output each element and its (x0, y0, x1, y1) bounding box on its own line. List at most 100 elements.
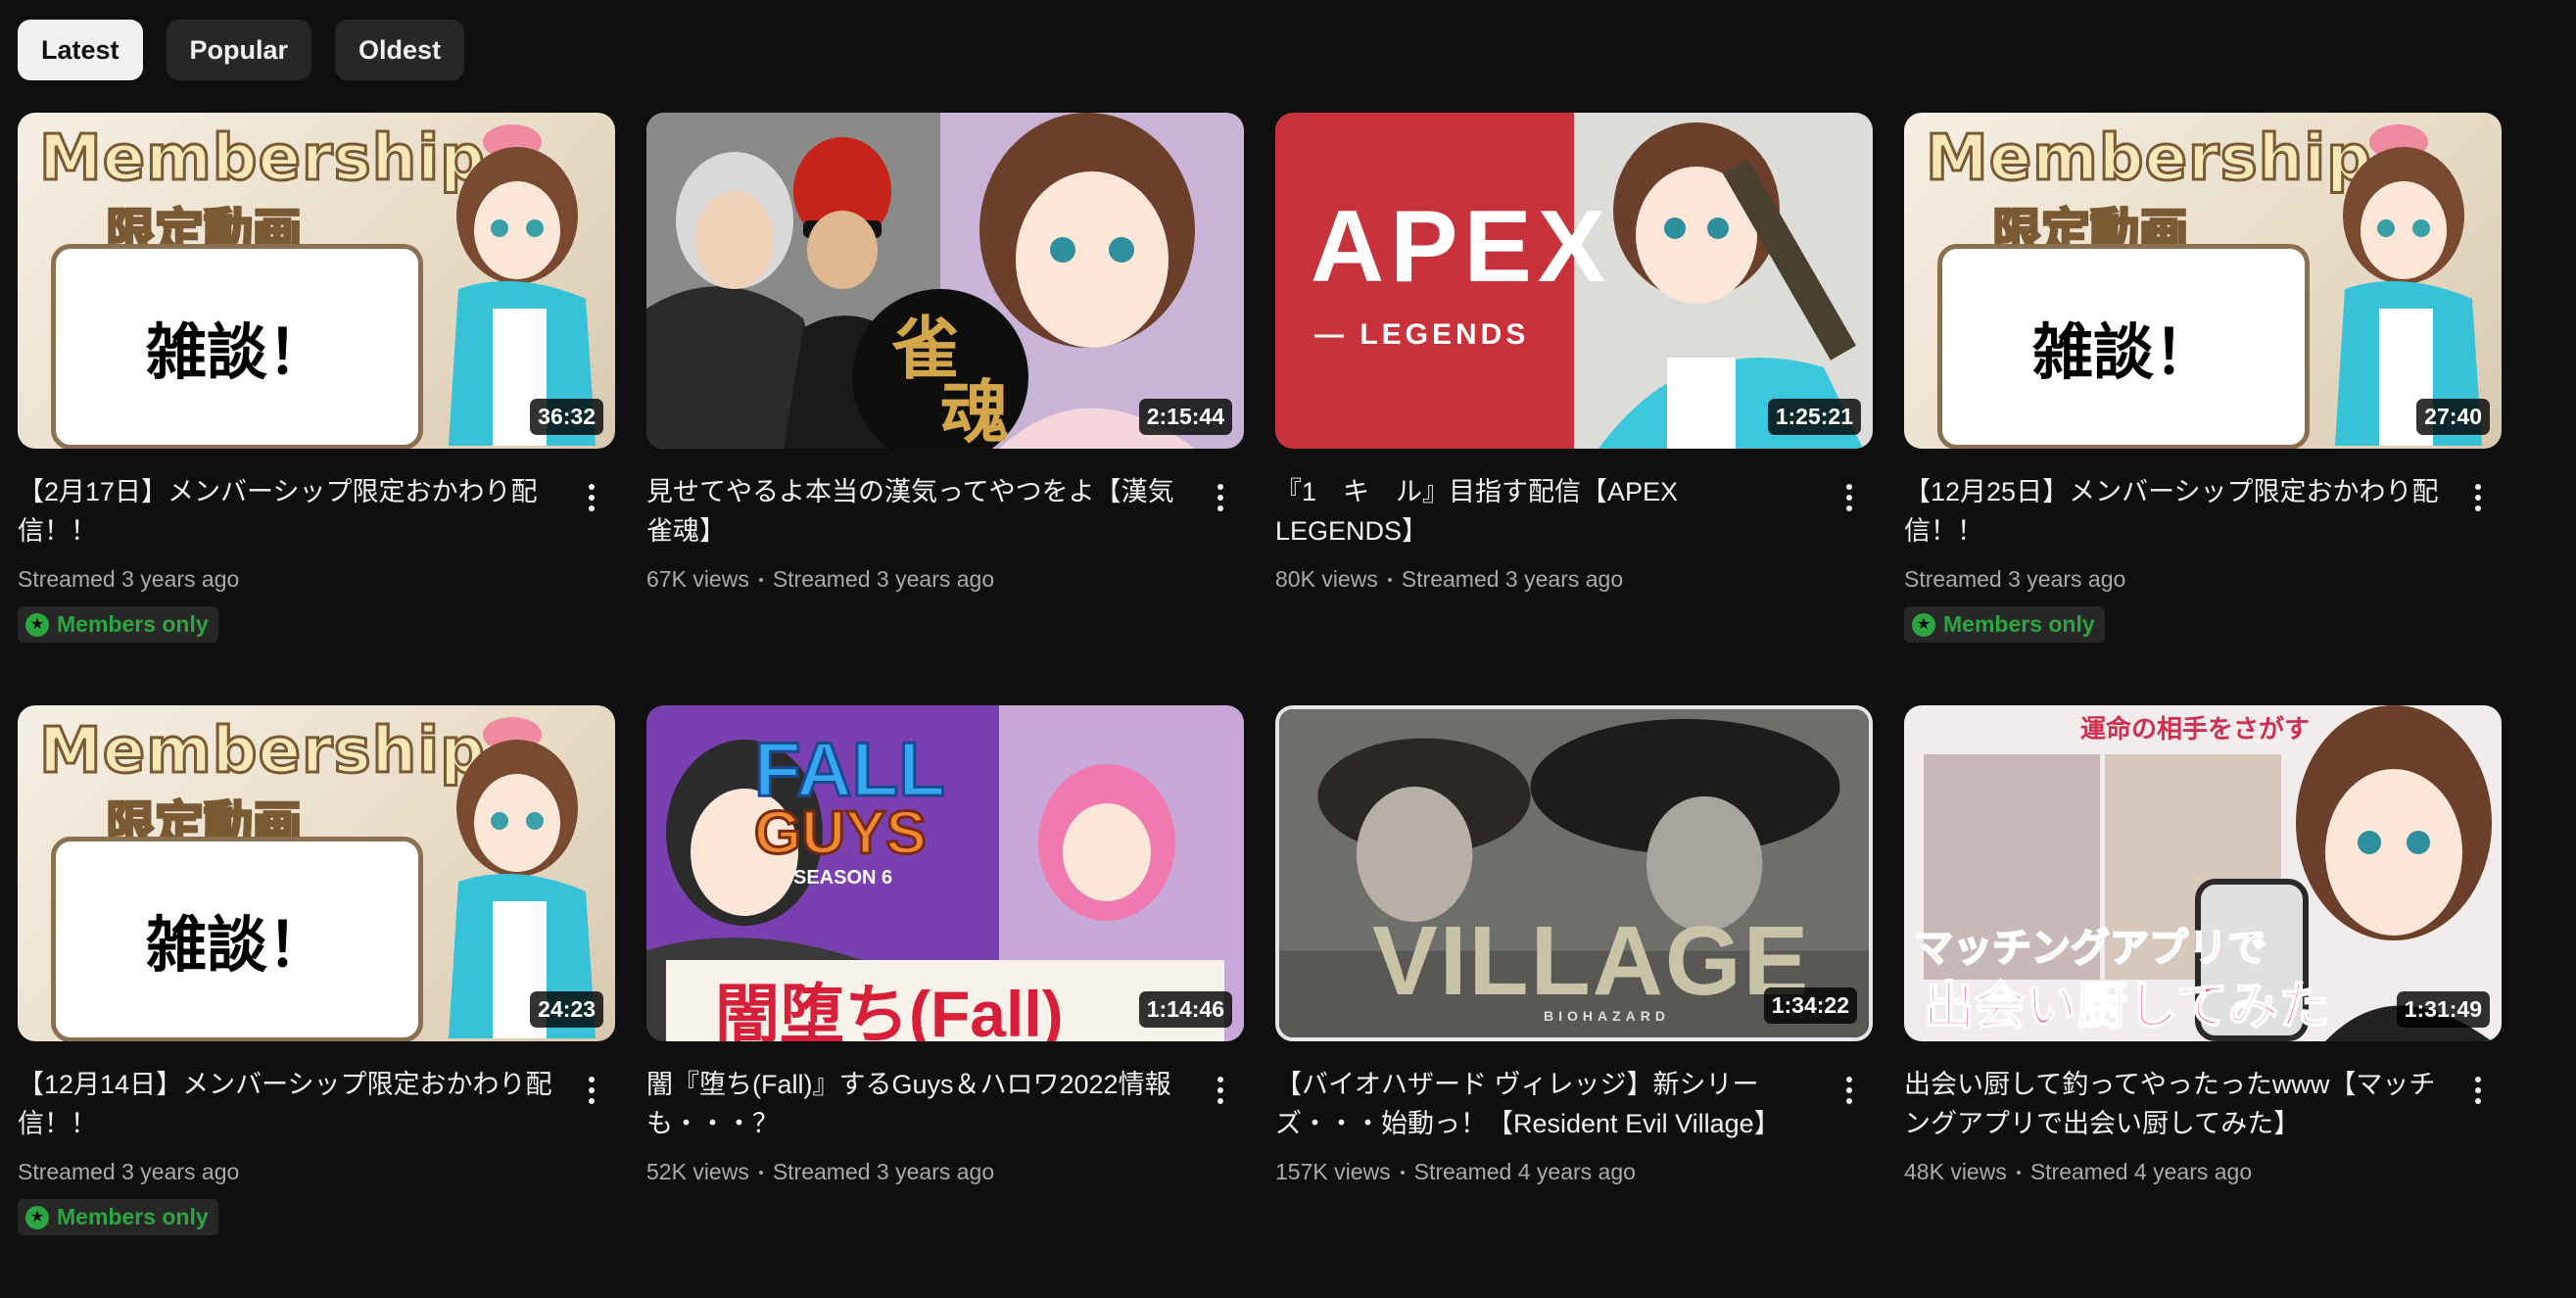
video-title[interactable]: 【バイオハザード ヴィレッジ】新シリーズ・・・始動っ！【Resident Evi… (1275, 1065, 1818, 1143)
video-meta: 【2月17日】メンバーシップ限定おかわり配信！！ Streamed 3 year… (18, 472, 615, 643)
view-count: 157K views (1275, 1159, 1391, 1184)
video-meta: 出会い厨して釣ってやったったwww【マッチングアプリで出会い厨してみた】 48K… (1904, 1065, 2502, 1185)
duration-badge: 27:40 (2416, 399, 2490, 435)
stream-age: Streamed 3 years ago (18, 1159, 240, 1184)
video-card[interactable]: Membership 限定動画 雑談！ 27:40 【12月25日】メンバーシッ… (1904, 113, 2502, 705)
more-options-icon[interactable] (1201, 1071, 1240, 1110)
stream-age: Streamed 3 years ago (1904, 566, 2126, 592)
separator-dot (1387, 577, 1392, 582)
video-card[interactable]: Membership 限定動画 雑談！ 24:23 【12月14日】メンバーシッ… (18, 705, 615, 1298)
stream-age: Streamed 4 years ago (1413, 1159, 1636, 1184)
duration-badge: 2:15:44 (1138, 399, 1232, 435)
video-title[interactable]: 出会い厨して釣ってやったったwww【マッチングアプリで出会い厨してみた】 (1904, 1065, 2447, 1143)
stream-age: Streamed 3 years ago (1401, 566, 1624, 592)
members-only-label: Members only (57, 611, 209, 637)
thumb-text: VILLAGE (1372, 906, 1811, 1016)
video-stats: 80K views Streamed 3 years ago (1275, 566, 1818, 593)
filter-chips: Latest Popular Oldest (18, 20, 465, 80)
thumb-text: 運命の相手をさがす (2080, 714, 2311, 744)
video-meta: 【12月14日】メンバーシップ限定おかわり配信！！ Streamed 3 yea… (18, 1065, 615, 1235)
view-count: 67K views (646, 566, 749, 592)
members-only-badge: ★ Members only (18, 606, 218, 643)
video-title[interactable]: 【12月25日】メンバーシップ限定おかわり配信！！ (1904, 472, 2447, 551)
video-stats: 157K views Streamed 4 years ago (1275, 1159, 1818, 1185)
video-stats: Streamed 3 years ago (1904, 566, 2447, 593)
video-card[interactable]: Membership 限定動画 雑談！ 36:32 【2月17日】メンバーシップ… (18, 113, 615, 705)
video-card[interactable]: 運命の相手をさがす マッチングアプリで 出会い厨してみた 1:31:49 出会い… (1904, 705, 2502, 1298)
duration-badge: 36:32 (530, 399, 603, 435)
members-only-badge: ★ Members only (1904, 606, 2105, 643)
duration-badge: 24:23 (530, 991, 603, 1028)
chip-oldest[interactable]: Oldest (335, 20, 465, 80)
more-options-icon[interactable] (1830, 478, 1869, 517)
star-icon: ★ (1912, 612, 1935, 637)
more-options-icon[interactable] (1830, 1071, 1869, 1110)
video-meta: 『1 キ ル』目指す配信【APEX LEGENDS】 80K views Str… (1275, 472, 1873, 593)
thumb-text: BIOHAZARD (1544, 1008, 1670, 1024)
video-meta: 【バイオハザード ヴィレッジ】新シリーズ・・・始動っ！【Resident Evi… (1275, 1065, 1873, 1185)
duration-badge: 1:31:49 (2396, 991, 2490, 1028)
video-meta: 闇『堕ち(Fall)』するGuys＆ハロワ2022情報も・・・？ 52K vie… (646, 1065, 1244, 1185)
video-meta: 【12月25日】メンバーシップ限定おかわり配信！！ Streamed 3 yea… (1904, 472, 2502, 643)
thumb-text: 雑談！ (1937, 244, 2310, 449)
star-icon: ★ (25, 1205, 49, 1229)
stream-age: Streamed 3 years ago (772, 1159, 995, 1184)
stream-age: Streamed 3 years ago (772, 566, 995, 592)
video-stats: 48K views Streamed 4 years ago (1904, 1159, 2447, 1185)
video-title[interactable]: 【2月17日】メンバーシップ限定おかわり配信！！ (18, 472, 560, 551)
video-thumbnail[interactable]: APEX — LEGENDS 1:25:21 (1275, 113, 1873, 449)
more-options-icon[interactable] (2458, 1071, 2498, 1110)
members-only-label: Members only (1943, 611, 2095, 637)
thumb-text: APEX (1311, 190, 1612, 304)
character-illustration (2335, 124, 2482, 446)
video-thumbnail[interactable]: 運命の相手をさがす マッチングアプリで 出会い厨してみた 1:31:49 (1904, 705, 2502, 1041)
character-illustration (449, 717, 596, 1038)
video-grid: Membership 限定動画 雑談！ 36:32 【2月17日】メンバーシップ… (18, 113, 2502, 1298)
chip-latest[interactable]: Latest (18, 20, 143, 80)
more-options-icon[interactable] (572, 478, 611, 517)
video-card[interactable]: 雀 魂 2:15:44 見せてやるよ本当の漢気ってやつをよ【漢気雀魂】 67K … (646, 113, 1244, 705)
video-title[interactable]: 闇『堕ち(Fall)』するGuys＆ハロワ2022情報も・・・？ (646, 1065, 1189, 1143)
video-stats: 67K views Streamed 3 years ago (646, 566, 1189, 593)
video-title[interactable]: 『1 キ ル』目指す配信【APEX LEGENDS】 (1275, 472, 1818, 551)
video-thumbnail[interactable]: VILLAGE BIOHAZARD 1:34:22 (1275, 705, 1873, 1041)
view-count: 48K views (1904, 1159, 2007, 1184)
more-options-icon[interactable] (572, 1071, 611, 1110)
separator-dot (1400, 1170, 1405, 1175)
video-stats: 52K views Streamed 3 years ago (646, 1159, 1189, 1185)
more-options-icon[interactable] (1201, 478, 1240, 517)
separator-dot (758, 577, 763, 582)
video-card[interactable]: VILLAGE BIOHAZARD 1:34:22 【バイオハザード ヴィレッジ… (1275, 705, 1873, 1298)
duration-badge: 1:14:46 (1138, 991, 1232, 1028)
video-title[interactable]: 見せてやるよ本当の漢気ってやつをよ【漢気雀魂】 (646, 472, 1189, 551)
video-thumbnail[interactable]: FALL GUYS SEASON 6 闇堕ち(Fall) 1:14:46 (646, 705, 1244, 1041)
video-thumbnail[interactable]: Membership 限定動画 雑談！ 36:32 (18, 113, 615, 449)
more-options-icon[interactable] (2458, 478, 2498, 517)
members-only-label: Members only (57, 1204, 209, 1229)
video-meta: 見せてやるよ本当の漢気ってやつをよ【漢気雀魂】 67K views Stream… (646, 472, 1244, 593)
view-count: 52K views (646, 1159, 749, 1184)
video-thumbnail[interactable]: 雀 魂 2:15:44 (646, 113, 1244, 449)
view-count: 80K views (1275, 566, 1378, 592)
thumb-text: 魂 (940, 374, 1009, 449)
thumb-text: 出会い厨してみた (1923, 978, 2330, 1036)
video-thumbnail[interactable]: Membership 限定動画 雑談！ 24:23 (18, 705, 615, 1041)
duration-badge: 1:25:21 (1767, 399, 1861, 435)
stream-age: Streamed 4 years ago (2029, 1159, 2253, 1184)
members-only-badge: ★ Members only (18, 1199, 218, 1235)
video-title[interactable]: 【12月14日】メンバーシップ限定おかわり配信！！ (18, 1065, 560, 1143)
video-card[interactable]: APEX — LEGENDS 1:25:21 『1 キ ル』目指す配信【APEX… (1275, 113, 1873, 705)
video-thumbnail[interactable]: Membership 限定動画 雑談！ 27:40 (1904, 113, 2502, 449)
thumb-text: GUYS (753, 798, 929, 869)
video-card[interactable]: FALL GUYS SEASON 6 闇堕ち(Fall) 1:14:46 闇『堕… (646, 705, 1244, 1298)
chip-popular[interactable]: Popular (166, 20, 312, 80)
stream-age: Streamed 3 years ago (18, 566, 240, 592)
video-stats: Streamed 3 years ago (18, 566, 560, 593)
duration-badge: 1:34:22 (1763, 987, 1857, 1024)
thumb-text: 雑談！ (51, 837, 423, 1041)
thumb-text: 雑談！ (51, 244, 423, 449)
separator-dot (758, 1170, 763, 1175)
thumb-text: SEASON 6 (793, 867, 893, 889)
character-illustration (449, 124, 596, 446)
thumb-text: — LEGENDS (1314, 318, 1530, 351)
